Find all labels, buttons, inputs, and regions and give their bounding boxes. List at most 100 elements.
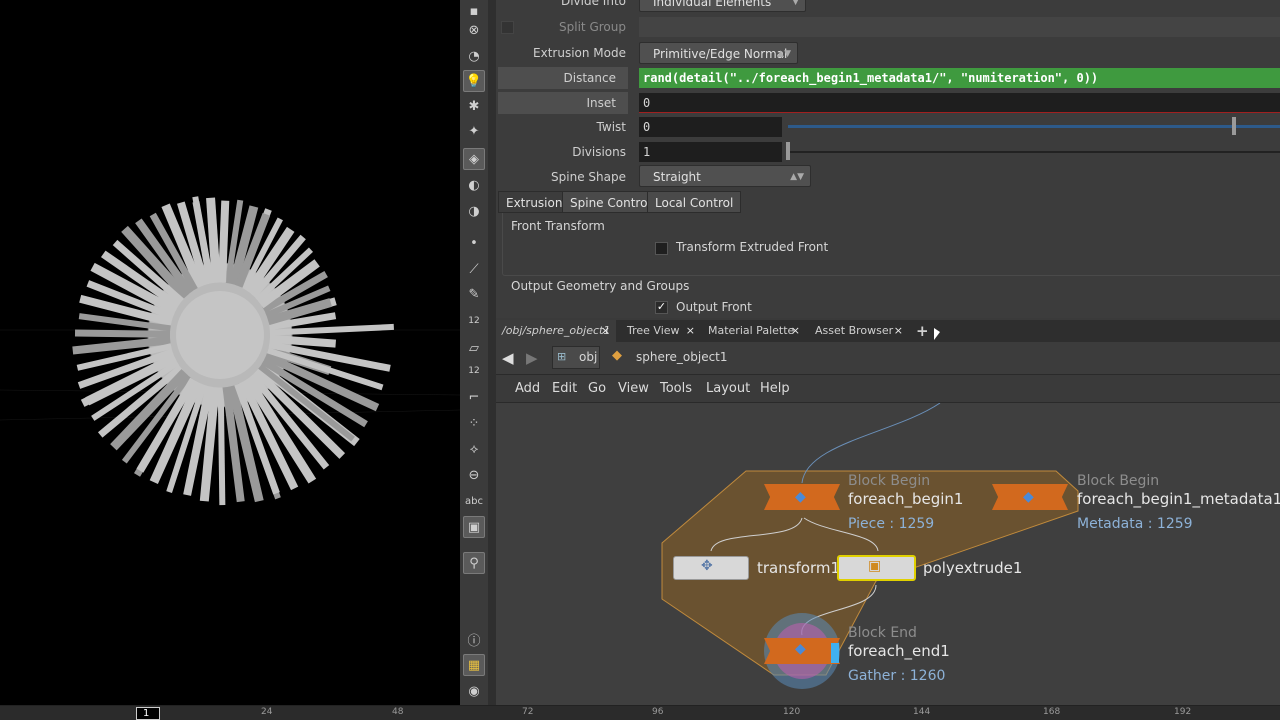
viewport-3d[interactable]	[0, 0, 460, 705]
quad-view-icon[interactable]: ▦	[463, 654, 485, 676]
tab-label: Tree View	[627, 324, 680, 337]
path-object-button[interactable]: ◆ sphere_object1	[608, 346, 728, 369]
tab-asset-browser[interactable]: Asset Browser ×	[809, 320, 905, 342]
record-icon[interactable]: ⊖	[463, 464, 485, 486]
polyextrude-icon: ▣	[868, 558, 882, 574]
spine-shape-value: Straight	[653, 170, 701, 184]
transform1-name: transform1	[757, 559, 841, 577]
wireframe-icon[interactable]: ◈	[463, 148, 485, 170]
front-transform-group	[502, 213, 1280, 276]
spine-shape-menu[interactable]: Straight ▲▼	[639, 165, 811, 187]
text-display-icon[interactable]: abc	[463, 490, 485, 512]
divisions-slider-handle[interactable]	[786, 142, 790, 160]
menu-help[interactable]: Help	[760, 376, 790, 402]
network-icon: ⊞	[557, 350, 567, 363]
tab-label: Material Palette	[708, 324, 795, 337]
split-group-field	[639, 17, 1280, 37]
tab-tree-view[interactable]: Tree View ×	[621, 320, 701, 342]
tab-label: Asset Browser	[815, 324, 894, 337]
output-front-checkbox[interactable]: ✓	[655, 301, 668, 314]
path-obj-label: obj	[579, 350, 598, 364]
path-obj-button[interactable]: ⊞ obj	[552, 346, 600, 369]
ghost-icon[interactable]: ◑	[463, 200, 485, 222]
menu-add[interactable]: Add	[515, 376, 540, 402]
camera-icon[interactable]: ◔	[463, 45, 485, 67]
split-group-toggle[interactable]	[501, 21, 514, 34]
prim-numbers-icon[interactable]: 12	[463, 360, 485, 382]
grid-points-icon[interactable]: ⁘	[463, 412, 485, 434]
display-options-icon[interactable]: ◐	[463, 174, 485, 196]
point-numbers-icon[interactable]: 12	[463, 310, 485, 332]
display-flag[interactable]	[831, 643, 839, 663]
path-object-label: sphere_object1	[636, 350, 728, 364]
forward-arrow-icon[interactable]: ▶	[526, 349, 538, 367]
fill-icon[interactable]: ▱	[463, 337, 485, 359]
close-icon[interactable]: ×	[791, 320, 800, 342]
timeline-tick: 72	[522, 707, 534, 717]
divide-into-menu[interactable]: Individual Elements ▼	[639, 0, 806, 12]
geometry-object-icon: ◆	[612, 348, 622, 363]
current-frame-indicator[interactable]: 1	[136, 707, 160, 720]
vector-icon[interactable]: ⟡	[463, 438, 485, 460]
tab-material-palette[interactable]: Material Palette ×	[702, 320, 806, 342]
chevron-down-icon: ▼	[792, 0, 799, 7]
spiky-sphere-geometry	[0, 196, 460, 506]
block-end-icon: ◆	[795, 641, 806, 657]
tab-local-control[interactable]: Local Control	[647, 191, 742, 213]
foreach-end1-info: Gather : 1260	[848, 668, 946, 684]
toolbar-number-label: 12	[468, 366, 480, 376]
output-geometry-title: Output Geometry and Groups	[511, 279, 690, 293]
timeline-tick: 192	[1174, 707, 1192, 717]
light-bulb-yellow-icon[interactable]: ✱	[463, 95, 485, 117]
pane-divider[interactable]	[488, 0, 496, 705]
info-icon[interactable]: ⓘ	[463, 628, 485, 650]
brush-icon[interactable]: ⟋	[463, 258, 485, 280]
close-icon[interactable]: ×	[601, 320, 610, 342]
network-editor[interactable]: ◆ Block Begin foreach_begin1 Piece : 125…	[496, 403, 1280, 705]
updown-arrow-icon: ▲▼	[790, 172, 804, 182]
distance-field[interactable]: rand(detail("../foreach_begin1_metadata1…	[639, 68, 1280, 88]
foreach-end1-type: Block End	[848, 625, 917, 641]
extruded-spike	[269, 334, 337, 348]
twist-slider[interactable]	[788, 125, 1280, 128]
eye-icon[interactable]: ◉	[463, 680, 485, 702]
menu-view[interactable]: View	[618, 376, 649, 402]
pane-tab-bar: /obj/sphere_object1 × Tree View × Material…	[496, 320, 1280, 342]
twist-slider-handle[interactable]	[1232, 117, 1236, 135]
spine-shape-label: Spine Shape	[551, 170, 626, 184]
point-icon[interactable]: •	[463, 232, 485, 254]
distance-label: Distance	[498, 67, 628, 89]
extrusion-mode-menu[interactable]: Primitive/Edge Normal ▲▼	[639, 42, 798, 64]
menu-tools[interactable]: Tools	[660, 376, 692, 402]
menu-go[interactable]: Go	[588, 376, 606, 402]
add-tab-button[interactable]: +	[910, 320, 935, 342]
light-bulb-icon[interactable]: 💡	[463, 70, 485, 92]
pen-icon[interactable]: ✎	[463, 283, 485, 305]
back-arrow-icon[interactable]: ◀	[502, 349, 514, 367]
metadata-node-type: Block Begin	[1077, 473, 1160, 489]
menu-edit[interactable]: Edit	[552, 376, 577, 402]
tab-extrusion[interactable]: Extrusion	[498, 191, 571, 213]
normals-icon[interactable]: ⌐	[463, 386, 485, 408]
menu-layout[interactable]: Layout	[706, 376, 750, 402]
background-image-icon[interactable]: ▣	[463, 516, 485, 538]
parameter-panel: Divide Into Individual Elements ▼ Split G…	[496, 0, 1280, 318]
twist-field[interactable]: 0	[639, 117, 782, 137]
foreach-end1-name: foreach_end1	[848, 642, 950, 660]
divisions-field[interactable]: 1	[639, 142, 782, 162]
close-icon[interactable]: ×	[686, 320, 695, 342]
tab-network-path[interactable]: /obj/sphere_object1 ×	[496, 320, 616, 342]
transform-icon: ✥	[701, 558, 713, 574]
snap-icon[interactable]: ⊗	[463, 19, 485, 41]
inset-field[interactable]: 0	[639, 93, 1280, 113]
twist-label: Twist	[596, 120, 626, 134]
close-icon[interactable]: ×	[894, 320, 903, 342]
pin-icon[interactable]: ⚲	[463, 552, 485, 574]
timeline-bar[interactable]: 1 24 48 72 96 120 144 168 192	[0, 705, 1280, 720]
tab-spine-control[interactable]: Spine Control	[562, 191, 659, 213]
front-transform-title: Front Transform	[511, 219, 605, 233]
headlight-icon[interactable]: ✦	[463, 120, 485, 142]
divisions-slider[interactable]	[788, 151, 1280, 153]
block-begin-icon: ◆	[795, 489, 806, 505]
transform-extruded-front-checkbox[interactable]	[655, 242, 668, 255]
